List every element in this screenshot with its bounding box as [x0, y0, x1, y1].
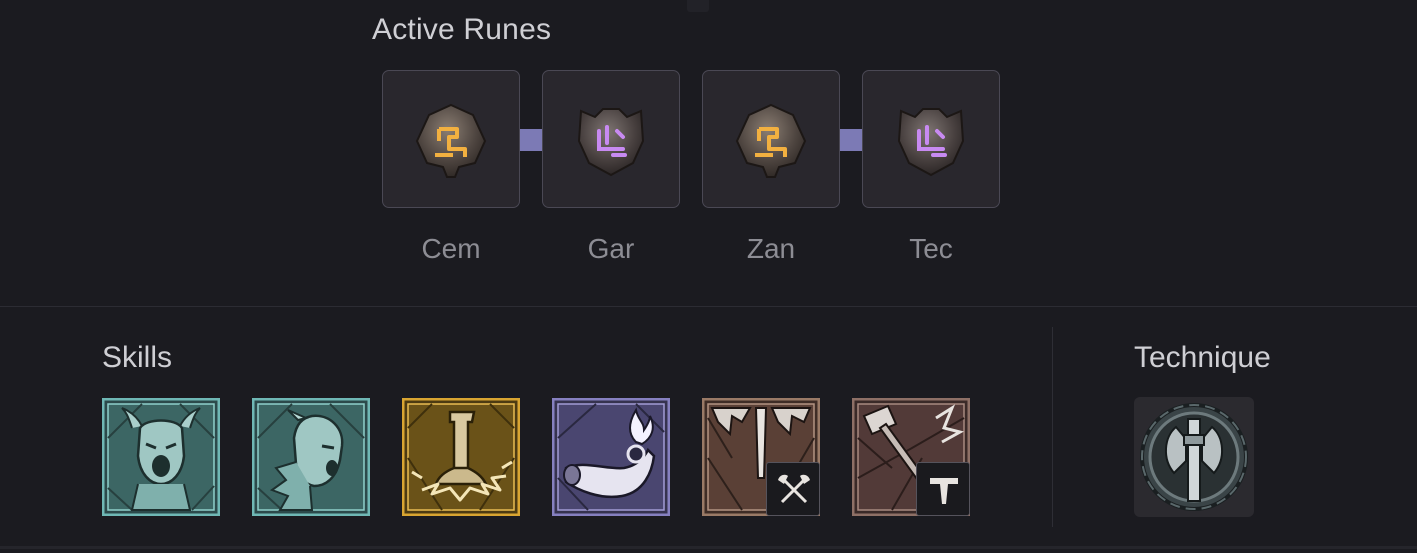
ground-stomp-icon: [402, 398, 520, 516]
war-cry-icon: [102, 398, 220, 516]
rune-connector: [840, 129, 862, 151]
rune-slot-gar[interactable]: [542, 70, 680, 208]
rune-label: Tec: [909, 233, 953, 264]
rune-label: Cem: [421, 233, 481, 264]
rune-zan-icon: [735, 103, 807, 178]
technique-title: Technique: [1134, 341, 1271, 374]
skill-slot-2[interactable]: [252, 398, 370, 516]
rune-connector: [520, 129, 542, 151]
bottom-divider: [0, 546, 1417, 549]
call-of-the-ancients-horn-icon: [552, 398, 670, 516]
rune-slot-tec[interactable]: [862, 70, 1000, 208]
skill-slot-5[interactable]: [702, 398, 820, 516]
rune-slot-zan[interactable]: [702, 70, 840, 208]
rune-cem-icon: [415, 103, 487, 178]
hammer-badge-icon: [930, 478, 958, 504]
skill-slot-6[interactable]: [852, 398, 970, 516]
two-handed-axe-expertise-icon: [1140, 403, 1248, 511]
rune-gar-icon: [577, 108, 645, 177]
skill-slot-1[interactable]: [102, 398, 220, 516]
active-runes-title: Active Runes: [372, 13, 552, 46]
top-handle: [687, 0, 709, 12]
section-divider-vertical: [1052, 327, 1053, 527]
rune-label: Zan: [746, 233, 796, 264]
skill-badge: [916, 462, 970, 516]
technique-slot[interactable]: [1134, 397, 1254, 517]
rune-tec-icon: [897, 108, 965, 177]
skills-title: Skills: [102, 341, 173, 374]
challenging-shout-icon: [252, 398, 370, 516]
skill-slot-3[interactable]: [402, 398, 520, 516]
skill-badge: [766, 462, 820, 516]
section-divider: [0, 306, 1417, 307]
rune-slot-cem[interactable]: [382, 70, 520, 208]
axe-swap-badge-icon: [778, 474, 810, 504]
skill-slot-4[interactable]: [552, 398, 670, 516]
rune-label: Gar: [587, 233, 635, 264]
